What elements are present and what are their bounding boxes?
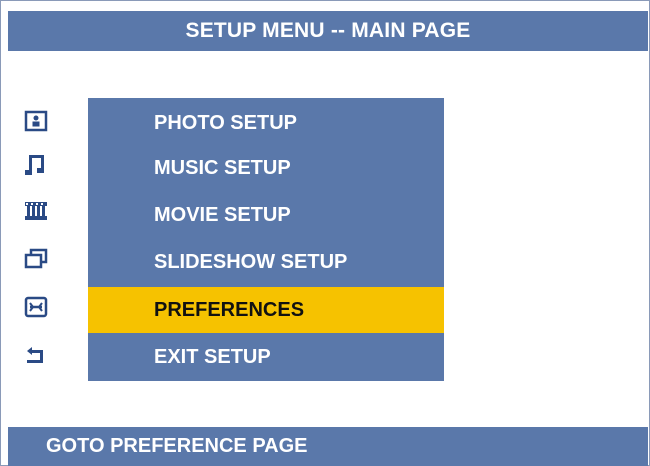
exit-arrow-icon: [20, 340, 52, 370]
preferences-icon: [20, 292, 52, 322]
menu-item-label: MUSIC SETUP: [154, 156, 291, 179]
menu-item-movie-setup[interactable]: MOVIE SETUP: [88, 194, 444, 236]
status-hint: GOTO PREFERENCE PAGE: [46, 435, 308, 457]
menu-item-slideshow-setup[interactable]: SLIDESHOW SETUP: [88, 241, 444, 283]
menu-item-label: MOVIE SETUP: [154, 203, 291, 226]
slideshow-icon: [20, 244, 52, 274]
setup-menu: PHOTO SETUP MUSIC SETUP MOVIE SETUP SLID…: [88, 98, 444, 381]
film-strip-icon: [20, 196, 52, 226]
menu-item-preferences[interactable]: PREFERENCES: [88, 287, 444, 333]
menu-item-exit-setup[interactable]: EXIT SETUP: [88, 336, 444, 378]
photo-icon: [20, 106, 52, 136]
menu-item-label: PREFERENCES: [154, 298, 305, 321]
menu-item-label: PHOTO SETUP: [154, 111, 297, 134]
page-title-text: SETUP MENU -- MAIN PAGE: [185, 19, 471, 42]
menu-item-label: EXIT SETUP: [154, 345, 271, 368]
page-title: SETUP MENU -- MAIN PAGE: [8, 11, 648, 51]
status-bar: GOTO PREFERENCE PAGE: [8, 427, 648, 466]
music-note-icon: [20, 150, 52, 180]
menu-item-music-setup[interactable]: MUSIC SETUP: [88, 147, 444, 189]
menu-item-photo-setup[interactable]: PHOTO SETUP: [88, 102, 444, 144]
menu-item-label: SLIDESHOW SETUP: [154, 250, 348, 273]
